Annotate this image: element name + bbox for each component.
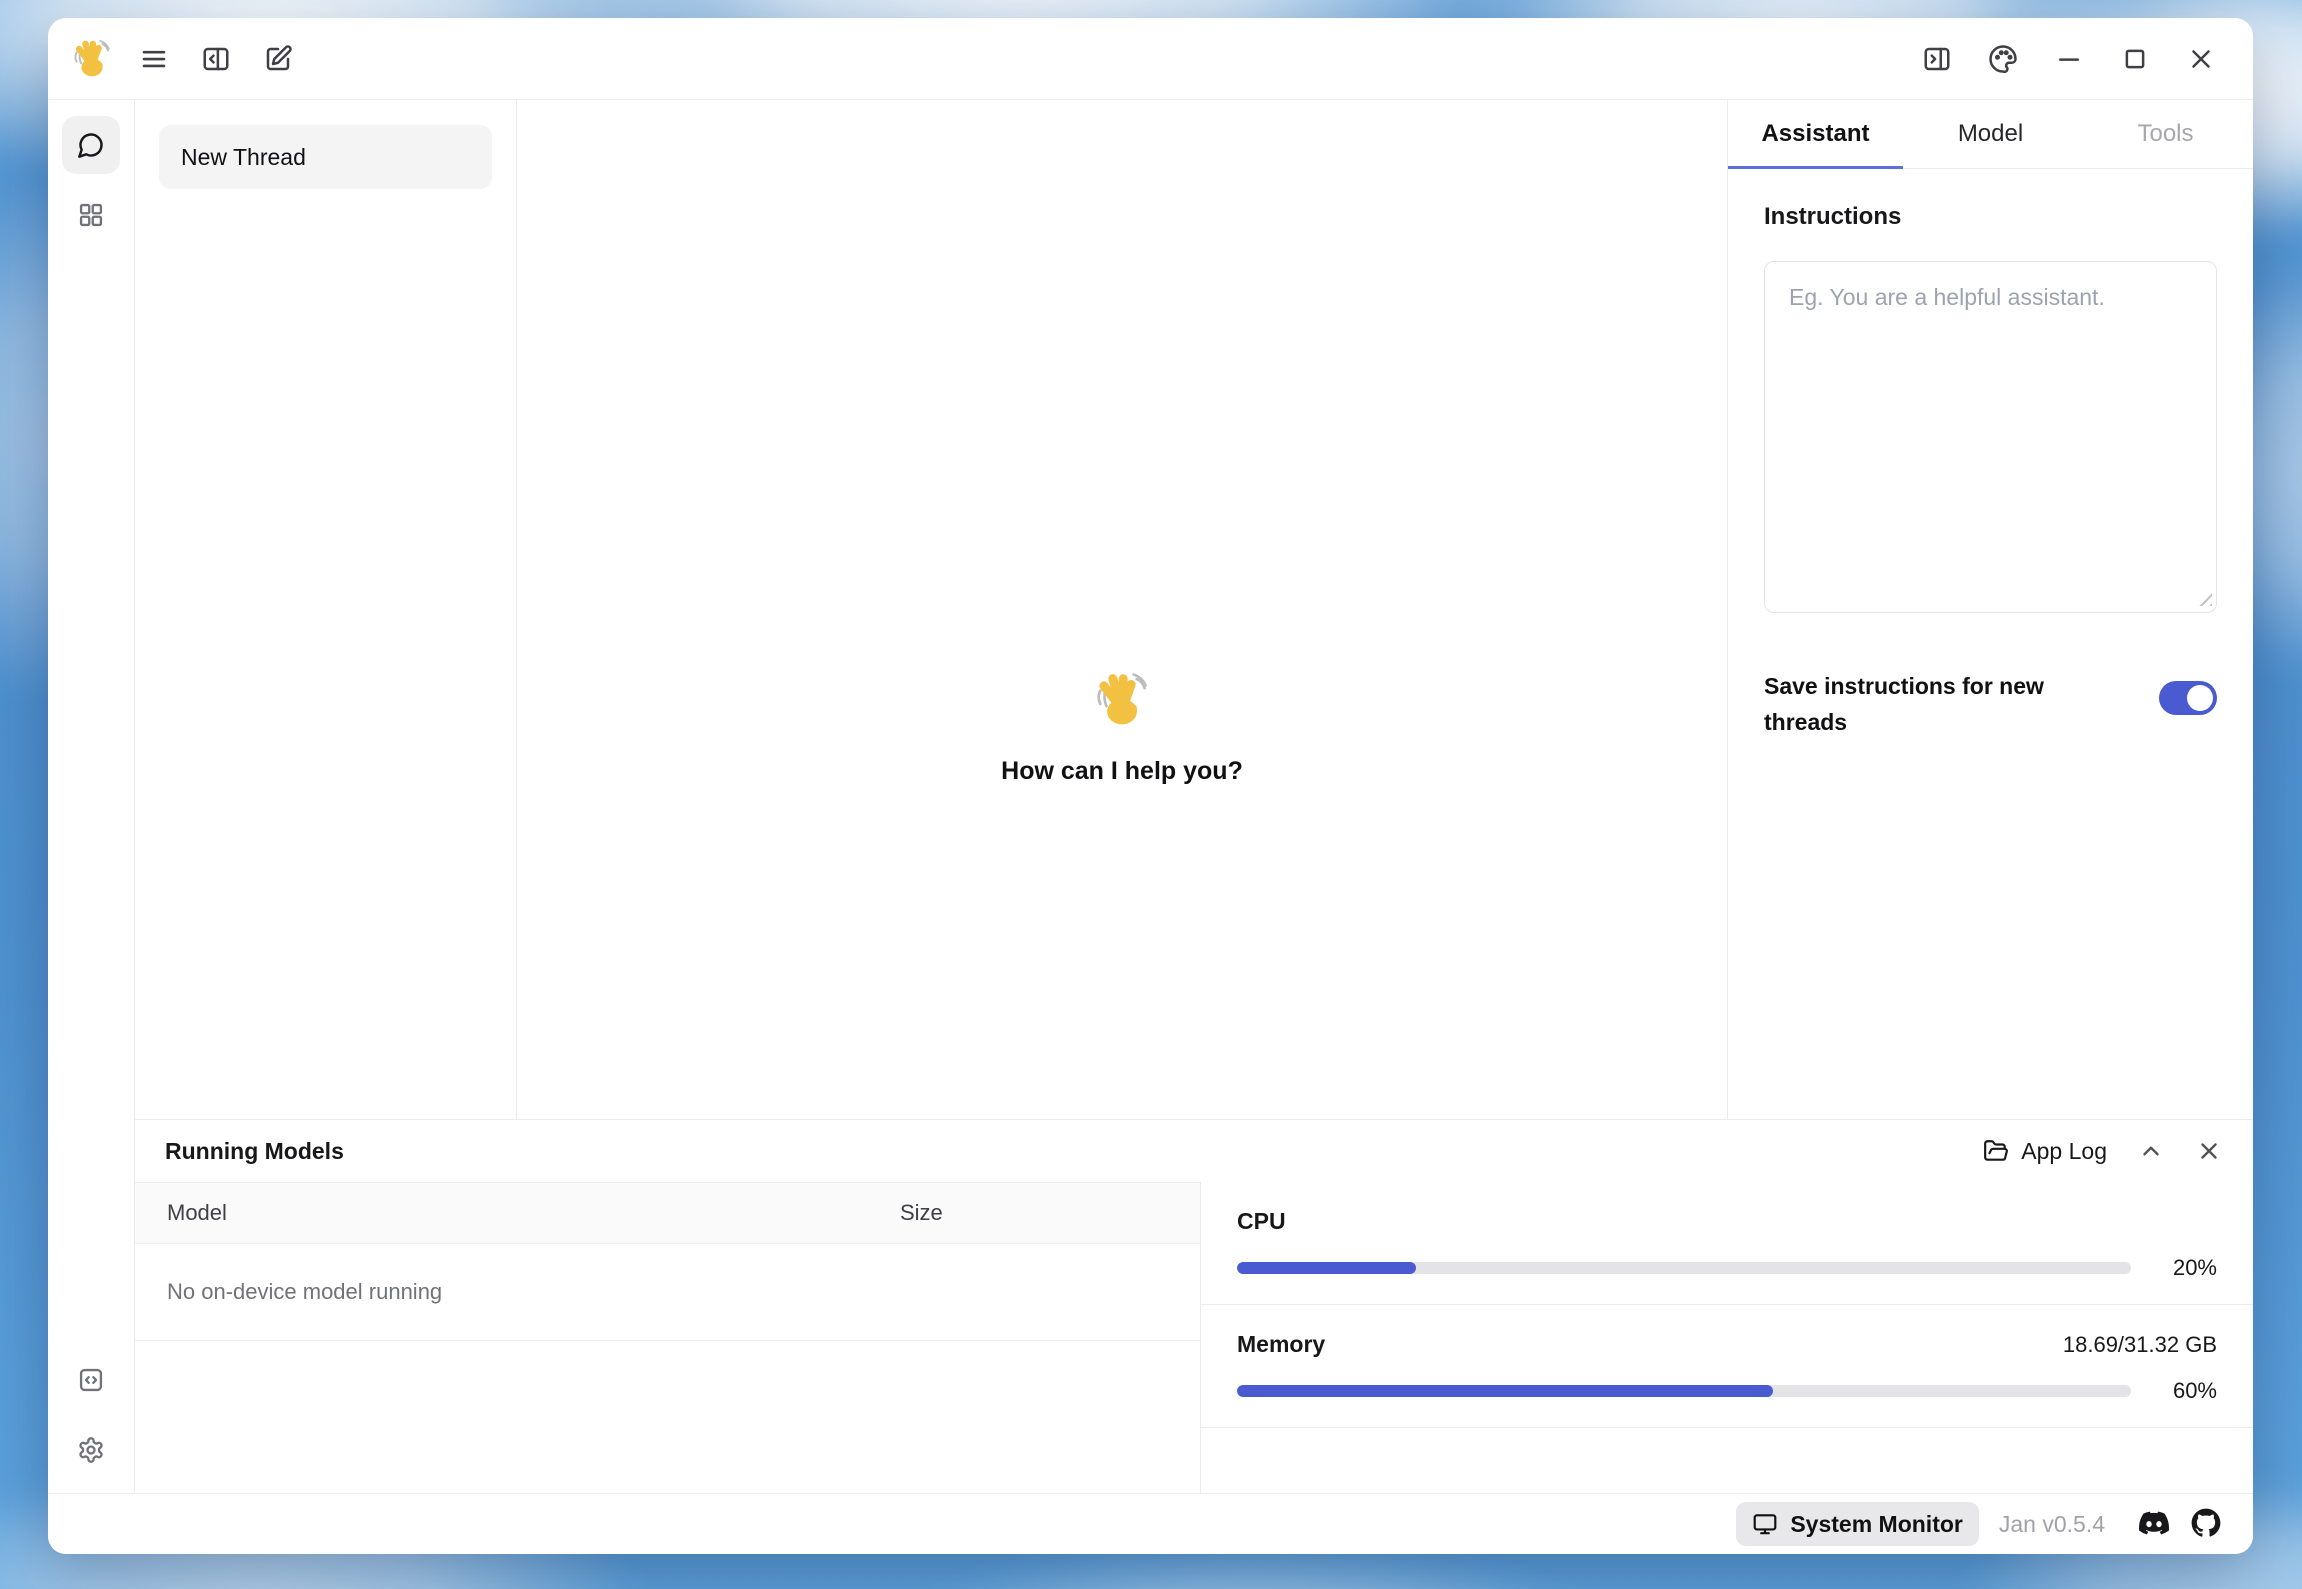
titlebar	[48, 18, 2253, 100]
code-square-icon	[77, 1366, 105, 1394]
cpu-label: CPU	[1237, 1208, 1286, 1235]
folder-open-icon	[1983, 1138, 2009, 1164]
close-panel-icon[interactable]	[2195, 1137, 2223, 1165]
theme-palette-icon[interactable]	[1987, 43, 2019, 75]
system-monitor-label: System Monitor	[1790, 1511, 1963, 1538]
thread-list: New Thread	[135, 100, 517, 1119]
rail-threads-button[interactable]	[62, 116, 120, 174]
assistant-tab-content: Instructions Save instructions for new t…	[1728, 169, 2253, 774]
memory-progress-fill	[1237, 1385, 1773, 1397]
cpu-percent: 20%	[2131, 1255, 2217, 1281]
column-header-model: Model	[135, 1200, 900, 1226]
running-models-content: Model Size No on-device model running CP…	[135, 1182, 2253, 1493]
panel-left-close-icon[interactable]	[200, 43, 232, 75]
toggle-knob	[2187, 685, 2213, 711]
save-instructions-label: Save instructions for new threads	[1764, 669, 2084, 740]
app-log-label: App Log	[2021, 1138, 2107, 1165]
tab-tools[interactable]: Tools	[2078, 100, 2253, 168]
memory-monitor-row: Memory 18.69/31.32 GB 60%	[1201, 1305, 2253, 1428]
titlebar-left-actions	[138, 43, 294, 75]
running-models-title: Running Models	[165, 1138, 344, 1165]
thread-list-item[interactable]: New Thread	[159, 125, 492, 189]
left-rail	[48, 100, 135, 1493]
rail-settings-button[interactable]	[62, 1421, 120, 1479]
running-models-table: Model Size No on-device model running	[135, 1182, 1201, 1493]
gear-icon	[77, 1436, 105, 1464]
github-icon[interactable]	[2191, 1508, 2223, 1540]
table-header-row: Model Size	[135, 1182, 1200, 1244]
instructions-textarea-wrap	[1764, 261, 2217, 613]
save-instructions-row: Save instructions for new threads	[1764, 669, 2217, 740]
new-chat-compose-icon[interactable]	[262, 43, 294, 75]
cpu-monitor-row: CPU 20%	[1201, 1182, 2253, 1305]
rail-local-api-button[interactable]	[62, 1351, 120, 1409]
greeting: How can I help you?	[1001, 669, 1243, 786]
thread-title: New Thread	[181, 144, 306, 171]
titlebar-right-actions	[1921, 43, 2217, 75]
chat-area: How can I help you?	[517, 100, 1727, 1119]
running-models-actions: App Log	[1983, 1137, 2223, 1165]
app-window: New Thread How can I help you? Assistant…	[48, 18, 2253, 1554]
memory-usage: 18.69/31.32 GB	[2063, 1332, 2217, 1358]
minimize-icon[interactable]	[2053, 43, 2085, 75]
rail-hub-button[interactable]	[62, 186, 120, 244]
menu-icon[interactable]	[138, 43, 170, 75]
monitor-icon	[1752, 1511, 1778, 1537]
collapse-panel-chevron-up-icon[interactable]	[2137, 1137, 2165, 1165]
close-icon[interactable]	[2185, 43, 2217, 75]
column-header-size: Size	[900, 1200, 1200, 1226]
greeting-text: How can I help you?	[1001, 757, 1243, 786]
assistant-panel: Assistant Model Tools Instructions Save …	[1727, 100, 2253, 1119]
app-log-button[interactable]: App Log	[1983, 1138, 2107, 1165]
table-empty-message: No on-device model running	[135, 1244, 1200, 1341]
instructions-input[interactable]	[1764, 261, 2217, 613]
content-column: New Thread How can I help you? Assistant…	[135, 100, 2253, 1493]
maximize-icon[interactable]	[2119, 43, 2151, 75]
app-logo-wave-icon	[70, 37, 114, 81]
cpu-progress-fill	[1237, 1262, 1416, 1274]
cpu-progress-track	[1237, 1262, 2131, 1274]
memory-progress-track	[1237, 1385, 2131, 1397]
tab-model[interactable]: Model	[1903, 100, 2078, 168]
system-monitors: CPU 20% Memory	[1201, 1182, 2253, 1493]
chat-bubble-icon	[77, 131, 105, 159]
app-body: New Thread How can I help you? Assistant…	[48, 100, 2253, 1493]
running-models-header: Running Models App Log	[135, 1120, 2253, 1182]
memory-label: Memory	[1237, 1331, 1325, 1358]
discord-icon[interactable]	[2139, 1508, 2171, 1540]
instructions-heading: Instructions	[1764, 203, 2217, 231]
status-bar: System Monitor Jan v0.5.4	[48, 1493, 2253, 1554]
assistant-panel-tabs: Assistant Model Tools	[1728, 100, 2253, 169]
app-version: Jan v0.5.4	[1999, 1511, 2105, 1538]
content-row: New Thread How can I help you? Assistant…	[135, 100, 2253, 1119]
memory-percent: 60%	[2131, 1378, 2217, 1404]
system-monitor-button[interactable]: System Monitor	[1736, 1502, 1979, 1546]
tab-assistant[interactable]: Assistant	[1728, 100, 1903, 168]
wave-hand-icon	[1091, 669, 1153, 731]
running-models-panel: Running Models App Log	[135, 1119, 2253, 1493]
panel-right-open-icon[interactable]	[1921, 43, 1953, 75]
grid-icon	[77, 201, 105, 229]
save-instructions-toggle[interactable]	[2159, 681, 2217, 715]
